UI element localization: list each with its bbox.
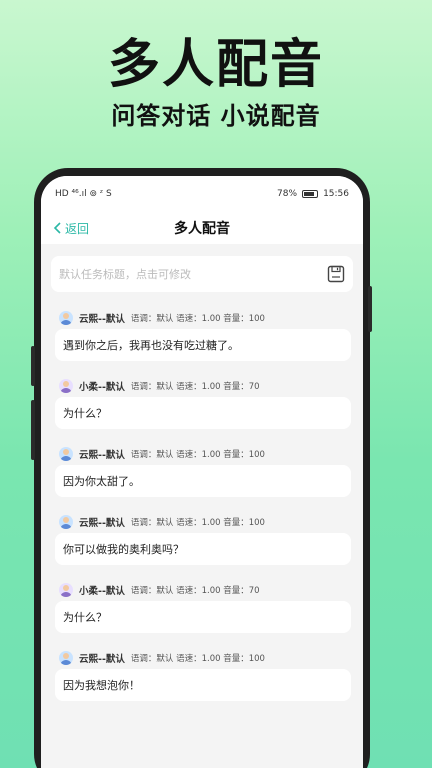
phone-side-button	[368, 286, 372, 332]
save-icon[interactable]	[327, 265, 345, 283]
voice-params: 语调：默认 语速：1.00 音量：100	[130, 450, 265, 460]
voice-params: 语调：默认 语速：1.00 音量：70	[130, 382, 260, 392]
avatar	[59, 583, 73, 597]
dialog-item[interactable]: 小柔--默认 语调：默认 语速：1.00 音量：70 为什么？	[51, 582, 353, 633]
dialog-text[interactable]: 为什么？	[55, 397, 351, 429]
battery-percent: 78%	[277, 189, 298, 199]
speaker-name[interactable]: 小柔--默认	[79, 379, 125, 393]
dialog-text[interactable]: 因为你太甜了。	[55, 465, 351, 497]
avatar	[59, 379, 73, 393]
phone-screen: HD ⁴⁶.ıl ⊚ ᶻ S 78% 15:56 返回 多人配音 云熙--	[41, 176, 363, 768]
voice-params: 语调：默认 语速：1.00 音量：70	[130, 586, 260, 596]
back-label: 返回	[65, 221, 90, 236]
avatar	[59, 515, 73, 529]
avatar	[59, 651, 73, 665]
dialog-meta: 云熙--默认 语调：默认 语速：1.00 音量：100	[51, 514, 353, 530]
page-title: 多人配音	[174, 221, 230, 237]
signal-icons: HD ⁴⁶.ıl ⊚ ᶻ S	[55, 189, 112, 199]
dialog-item[interactable]: 云熙--默认 语调：默认 语速：1.00 音量：100 遇到你之后，我再也没有吃过糖…	[51, 310, 353, 361]
hero-subtitle: 问答对话 小说配音	[111, 102, 321, 130]
task-title-box[interactable]	[51, 256, 353, 292]
avatar	[59, 311, 73, 325]
speaker-name[interactable]: 云熙--默认	[79, 447, 125, 461]
task-title-input[interactable]	[59, 267, 299, 281]
speaker-name[interactable]: 云熙--默认	[79, 515, 125, 529]
dialog-item[interactable]: 云熙--默认 语调：默认 语速：1.00 音量：100 因为我想泡你！	[51, 650, 353, 701]
hero-title: 多人配音	[107, 35, 324, 95]
battery-icon	[302, 190, 319, 198]
speaker-name[interactable]: 云熙--默认	[79, 311, 125, 325]
back-button[interactable]: 返回	[53, 220, 89, 237]
dialog-item[interactable]: 云熙--默认 语调：默认 语速：1.00 音量：100 你可以做我的奥利奥吗？	[51, 514, 353, 565]
dialog-text[interactable]: 因为我想泡你！	[55, 669, 351, 701]
dialog-meta: 云熙--默认 语调：默认 语速：1.00 音量：100	[51, 446, 353, 462]
phone-side-button	[31, 346, 35, 386]
dialog-item[interactable]: 小柔--默认 语调：默认 语速：1.00 音量：70 为什么？	[51, 378, 353, 429]
avatar	[59, 447, 73, 461]
speaker-name[interactable]: 云熙--默认	[79, 651, 125, 665]
dialog-list: 云熙--默认 语调：默认 语速：1.00 音量：100 遇到你之后，我再也没有吃过糖…	[51, 310, 353, 701]
speaker-name[interactable]: 小柔--默认	[79, 583, 125, 597]
voice-params: 语调：默认 语速：1.00 音量：100	[130, 654, 265, 664]
nav-bar: 返回 多人配音	[41, 212, 363, 244]
dialog-meta: 小柔--默认 语调：默认 语速：1.00 音量：70	[51, 378, 353, 394]
status-bar: HD ⁴⁶.ıl ⊚ ᶻ S 78% 15:56	[41, 176, 363, 212]
dialog-meta: 云熙--默认 语调：默认 语速：1.00 音量：100	[51, 310, 353, 326]
dialog-text[interactable]: 遇到你之后，我再也没有吃过糖了。	[55, 329, 351, 361]
dialog-meta: 云熙--默认 语调：默认 语速：1.00 音量：100	[51, 650, 353, 666]
chevron-left-icon	[53, 222, 61, 234]
dialog-meta: 小柔--默认 语调：默认 语速：1.00 音量：70	[51, 582, 353, 598]
phone-side-button	[31, 400, 35, 460]
voice-params: 语调：默认 语速：1.00 音量：100	[130, 314, 265, 324]
voice-params: 语调：默认 语速：1.00 音量：100	[130, 518, 265, 528]
clock: 15:56	[323, 189, 349, 199]
dialog-item[interactable]: 云熙--默认 语调：默认 语速：1.00 音量：100 因为你太甜了。	[51, 446, 353, 497]
dialog-text[interactable]: 你可以做我的奥利奥吗？	[55, 533, 351, 565]
dialog-text[interactable]: 为什么？	[55, 601, 351, 633]
